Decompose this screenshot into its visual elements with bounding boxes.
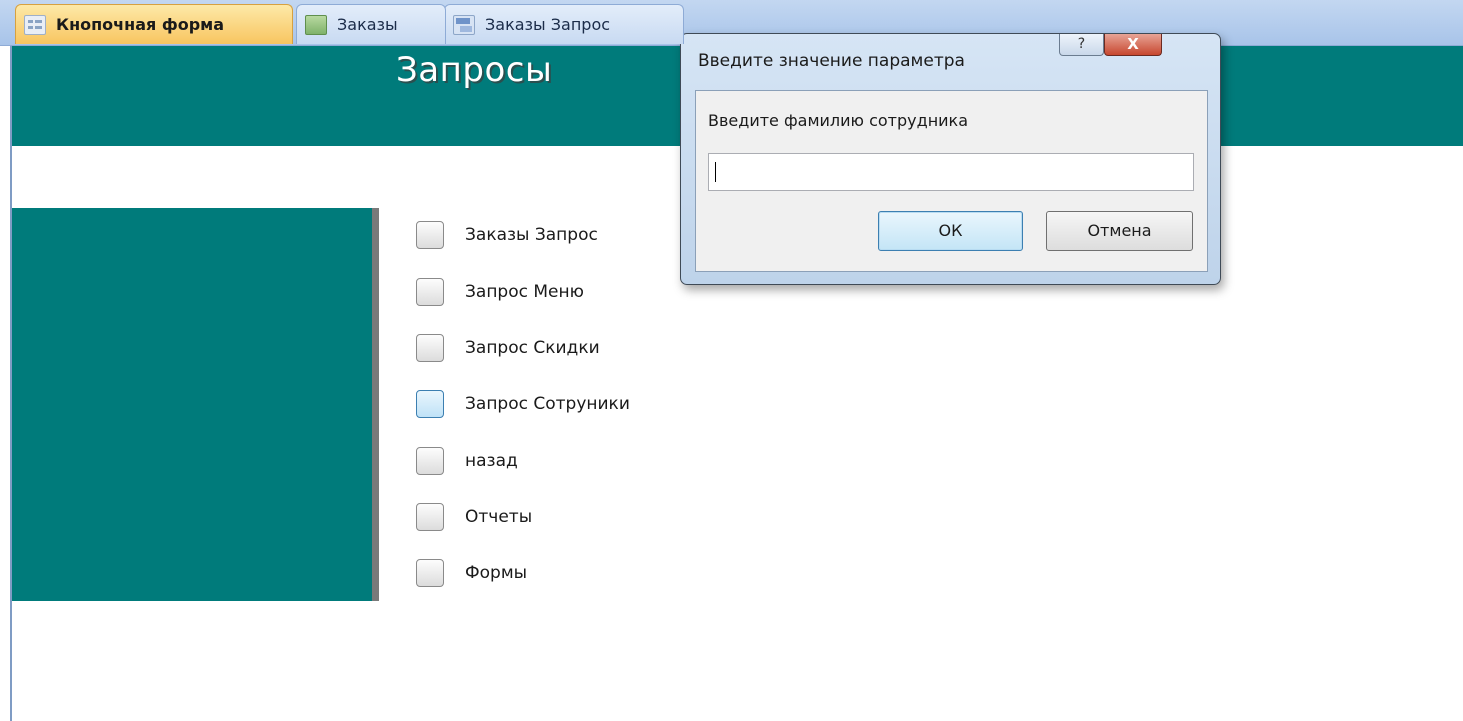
- menu-item-zapros-skidki[interactable]: Запрос Скидки: [416, 331, 600, 365]
- help-button[interactable]: ?: [1059, 34, 1104, 56]
- form-title: Запросы: [396, 50, 553, 90]
- tab-zakazy[interactable]: Заказы: [296, 4, 446, 44]
- menu-item-otchety[interactable]: Отчеты: [416, 500, 532, 534]
- window-left-border: [0, 0, 10, 721]
- tab-knopochnaya-forma[interactable]: Кнопочная форма: [15, 4, 293, 44]
- menu-button[interactable]: [416, 559, 444, 587]
- cancel-button[interactable]: Отмена: [1046, 211, 1193, 251]
- menu-item-formy[interactable]: Формы: [416, 556, 527, 590]
- form-side-panel-edge: [372, 208, 379, 601]
- menu-label: Формы: [465, 563, 528, 583]
- parameter-dialog: Введите значение параметра ? X Введите ф…: [680, 33, 1221, 285]
- close-button[interactable]: X: [1104, 34, 1162, 56]
- text-caret: [715, 162, 716, 182]
- tab-zakazy-zapros[interactable]: Заказы Запрос: [444, 4, 684, 44]
- menu-label: Отчеты: [465, 507, 533, 527]
- form-side-panel: [12, 208, 372, 601]
- tab-label: Заказы Запрос: [485, 15, 611, 34]
- menu-button[interactable]: [416, 447, 444, 475]
- menu-item-zapros-sotruniki[interactable]: Запрос Сотруники: [416, 387, 630, 421]
- menu-button[interactable]: [416, 278, 444, 306]
- close-icon: X: [1127, 35, 1139, 53]
- menu-label: Запрос Скидки: [465, 338, 600, 358]
- dialog-body: Введите фамилию сотрудника ОК Отмена: [695, 90, 1208, 272]
- employee-surname-input[interactable]: [708, 153, 1194, 191]
- menu-label: назад: [465, 451, 518, 471]
- ok-button[interactable]: ОК: [878, 211, 1023, 251]
- table-icon: [305, 14, 327, 35]
- menu-item-nazad[interactable]: назад: [416, 444, 518, 478]
- menu-label: Запрос Сотруники: [465, 394, 630, 414]
- form-icon: [24, 14, 46, 35]
- menu-button[interactable]: [416, 503, 444, 531]
- menu-item-zapros-menyu[interactable]: Запрос Меню: [416, 275, 584, 309]
- query-icon: [453, 14, 475, 35]
- menu-button[interactable]: [416, 221, 444, 249]
- menu-button[interactable]: [416, 334, 444, 362]
- menu-label: Запрос Меню: [465, 282, 584, 302]
- help-icon: ?: [1077, 36, 1086, 52]
- tab-label: Кнопочная форма: [56, 15, 225, 34]
- menu-item-zakazy-zapros[interactable]: Заказы Запрос: [416, 218, 598, 252]
- dialog-prompt: Введите фамилию сотрудника: [708, 111, 969, 130]
- menu-label: Заказы Запрос: [465, 225, 598, 245]
- tab-label: Заказы: [337, 15, 398, 34]
- menu-button[interactable]: [416, 390, 444, 418]
- dialog-title: Введите значение параметра: [698, 51, 965, 71]
